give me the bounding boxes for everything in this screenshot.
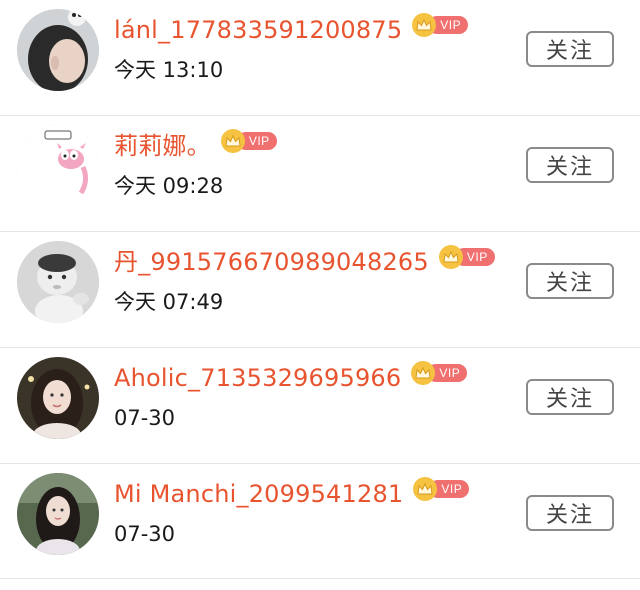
list-item[interactable]: 丹_991576670989048265 VIP 今天 07:49 关注 [0, 232, 640, 348]
user-name[interactable]: Aholic_7135329695966 [114, 362, 401, 394]
follow-button[interactable]: 关注 [526, 379, 614, 415]
list-item[interactable]: 莉莉娜。 VIP 今天 09:28 关注 [0, 116, 640, 232]
list-item[interactable]: lánl_177833591200875 VIP 今天 13:10 关注 [0, 0, 640, 116]
user-name[interactable]: 丹_991576670989048265 [114, 246, 429, 278]
activity-time: 今天 13:10 [114, 58, 224, 82]
user-name-line: Mi Manchi_2099541281 VIP [114, 477, 470, 510]
crown-icon [438, 245, 463, 269]
baby-photo-avatar [17, 241, 99, 323]
follower-list: lánl_177833591200875 VIP 今天 13:10 关注 莉莉娜… [0, 0, 640, 590]
user-name-line: Aholic_7135329695966 VIP [114, 361, 468, 394]
vip-badge: VIP [412, 13, 469, 37]
girl-with-hair-clip-avatar [17, 9, 99, 91]
girl-portrait-avatar [17, 357, 99, 439]
vip-badge: VIP [413, 477, 470, 501]
girl-outdoor-avatar [17, 473, 99, 555]
avatar[interactable] [17, 125, 99, 207]
activity-time: 今天 07:49 [114, 290, 224, 314]
user-name-line: 莉莉娜。 VIP [114, 129, 277, 162]
avatar[interactable] [17, 473, 99, 555]
user-name-line: lánl_177833591200875 VIP [114, 13, 469, 46]
vip-badge: VIP [220, 129, 277, 153]
user-name[interactable]: lánl_177833591200875 [114, 14, 402, 46]
list-item[interactable]: Aholic_7135329695966 VIP 07-30 关注 [0, 348, 640, 464]
vip-badge: VIP [438, 245, 495, 269]
follow-button[interactable]: 关注 [526, 495, 614, 531]
avatar[interactable] [17, 9, 99, 91]
user-name-line: 丹_991576670989048265 VIP [114, 245, 495, 278]
avatar[interactable] [17, 241, 99, 323]
avatar[interactable] [17, 357, 99, 439]
vip-badge: VIP [411, 361, 468, 385]
crown-icon [412, 13, 437, 37]
user-name[interactable]: Mi Manchi_2099541281 [114, 478, 403, 510]
user-name[interactable]: 莉莉娜。 [114, 130, 211, 162]
pink-panther-avatar [17, 125, 99, 207]
activity-time: 今天 09:28 [114, 174, 224, 198]
list-item[interactable]: Mi Manchi_2099541281 VIP 07-30 关注 [0, 464, 640, 579]
crown-icon [220, 129, 245, 153]
follow-button[interactable]: 关注 [526, 31, 614, 67]
follow-button[interactable]: 关注 [526, 147, 614, 183]
follow-button[interactable]: 关注 [526, 263, 614, 299]
activity-time: 07-30 [114, 522, 176, 546]
activity-time: 07-30 [114, 406, 176, 430]
